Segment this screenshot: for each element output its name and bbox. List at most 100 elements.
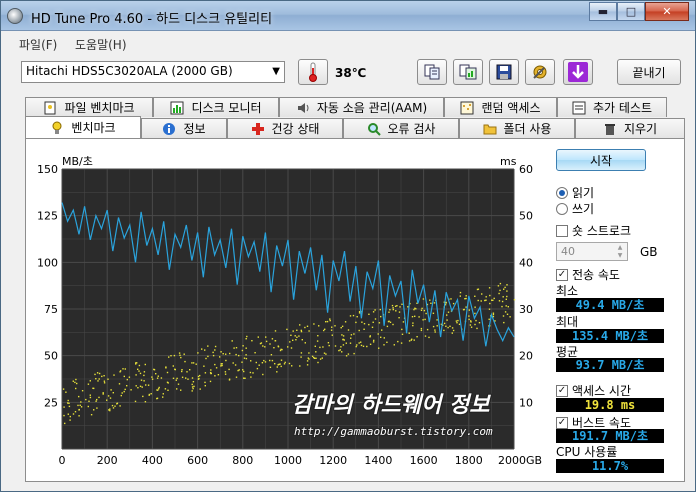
x-tick-label: 800 bbox=[232, 454, 253, 467]
access-time-point bbox=[349, 342, 352, 344]
access-time-point bbox=[89, 396, 92, 399]
access-time-point bbox=[262, 345, 264, 347]
short-stroke-checkbox[interactable] bbox=[556, 224, 568, 237]
transfer-rate-option[interactable]: ✓ 전송 속도 bbox=[556, 266, 620, 283]
options-icon bbox=[533, 65, 547, 79]
read-radio[interactable] bbox=[556, 186, 568, 199]
access-time-point bbox=[368, 313, 370, 315]
tab-disk-monitor[interactable]: 디스크 모니터 bbox=[153, 97, 279, 117]
access-time-point bbox=[257, 336, 259, 338]
access-time-point bbox=[449, 325, 451, 327]
access-time-point bbox=[446, 319, 448, 321]
access-time-point bbox=[481, 293, 483, 295]
tab-random-access[interactable]: 랜덤 액세스 bbox=[444, 97, 557, 117]
access-time-point bbox=[341, 351, 343, 353]
temperature-button[interactable] bbox=[298, 59, 328, 85]
title-bar[interactable]: HD Tune Pro 4.60 - 하드 디스크 유틸리티 ▬ □ ✕ bbox=[1, 1, 695, 31]
access-time-point bbox=[193, 385, 195, 388]
access-time-point bbox=[313, 323, 315, 325]
access-time-point bbox=[198, 377, 200, 380]
access-time-point bbox=[78, 408, 80, 411]
max-value: 135.4 MB/초 bbox=[556, 329, 664, 343]
access-time-point bbox=[234, 364, 237, 366]
access-time-point bbox=[107, 395, 110, 397]
access-time-point bbox=[271, 359, 274, 362]
access-time-point bbox=[498, 292, 500, 295]
access-time-point bbox=[475, 319, 477, 322]
options-button[interactable] bbox=[525, 59, 555, 85]
benchmark-chart: 0 200 400 600 800 1000 1200 1400 1600 1800 2000GB 1… bbox=[37, 155, 542, 467]
access-time-point bbox=[231, 340, 233, 342]
spinner-down-icon[interactable]: ▼ bbox=[614, 252, 626, 260]
access-time-point bbox=[254, 352, 256, 354]
menu-file[interactable]: 파일(F) bbox=[19, 36, 57, 53]
access-time-point bbox=[462, 309, 465, 311]
access-time-point bbox=[401, 328, 403, 331]
access-time-point bbox=[172, 365, 174, 367]
access-time-point bbox=[372, 321, 374, 323]
benchmark-panel: 0 200 400 600 800 1000 1200 1400 1600 1800 2000GB 1… bbox=[25, 138, 685, 482]
access-time-point bbox=[295, 339, 297, 341]
write-option[interactable]: 쓰기 bbox=[556, 200, 594, 217]
exit-button[interactable]: 끝내기 bbox=[617, 59, 681, 85]
chevron-down-icon: ▼ bbox=[272, 66, 280, 77]
access-time-point bbox=[165, 367, 167, 369]
access-time-point bbox=[296, 329, 298, 331]
access-time-point bbox=[319, 346, 321, 349]
transfer-rate-checkbox[interactable]: ✓ bbox=[556, 268, 568, 281]
close-button[interactable]: ✕ bbox=[645, 2, 689, 21]
tab-erase[interactable]: 지우기 bbox=[575, 118, 685, 138]
access-time-point bbox=[96, 398, 98, 401]
access-time-point bbox=[400, 342, 403, 344]
tab-aam[interactable]: 자동 소음 관리(AAM) bbox=[279, 97, 444, 117]
access-time-checkbox[interactable]: ✓ bbox=[556, 384, 568, 397]
tab-benchmark[interactable]: 벤치마크 bbox=[25, 116, 141, 138]
access-time-point bbox=[498, 300, 501, 302]
access-time-point bbox=[450, 298, 452, 300]
burst-rate-checkbox[interactable]: ✓ bbox=[556, 416, 568, 429]
access-time-point bbox=[355, 345, 357, 348]
access-time-option[interactable]: ✓ 액세스 시간 bbox=[556, 382, 631, 399]
access-time-point bbox=[432, 312, 435, 314]
maximize-button[interactable]: □ bbox=[617, 2, 645, 21]
copy-screen-button[interactable] bbox=[453, 59, 483, 85]
access-time-point bbox=[341, 325, 344, 327]
burst-rate-value: 191.7 MB/초 bbox=[556, 429, 664, 443]
short-stroke-option[interactable]: 숏 스트로크 bbox=[556, 222, 631, 239]
tab-error-scan[interactable]: 오류 검사 bbox=[343, 118, 459, 138]
access-time-point bbox=[386, 341, 388, 343]
drive-select[interactable]: Hitachi HDS5C3020ALA (2000 GB) ▼ bbox=[21, 61, 285, 83]
access-time-point bbox=[426, 328, 429, 331]
write-radio[interactable] bbox=[556, 202, 568, 215]
access-time-point bbox=[392, 308, 394, 311]
start-button[interactable]: 시작 bbox=[556, 149, 646, 171]
access-time-point bbox=[197, 352, 199, 354]
access-time-point bbox=[373, 339, 375, 342]
tab-folder-usage[interactable]: 폴더 사용 bbox=[459, 118, 575, 138]
download-button[interactable] bbox=[563, 59, 593, 85]
access-time-point bbox=[187, 378, 189, 380]
access-time-point bbox=[501, 300, 504, 303]
menu-help[interactable]: 도움말(H) bbox=[75, 36, 127, 53]
access-time-point bbox=[392, 307, 394, 309]
minimize-button[interactable]: ▬ bbox=[589, 2, 617, 21]
access-time-point bbox=[205, 357, 207, 360]
save-button[interactable] bbox=[489, 59, 519, 85]
tab-file-benchmark[interactable]: 파일 벤치마크 bbox=[25, 97, 153, 117]
copy-info-button[interactable] bbox=[417, 59, 447, 85]
access-time-point bbox=[157, 388, 160, 390]
spinner-up-icon[interactable]: ▲ bbox=[614, 244, 626, 252]
access-time-point bbox=[249, 371, 252, 374]
tab-info[interactable]: 정보 bbox=[141, 118, 227, 138]
access-time-point bbox=[280, 359, 283, 361]
read-option[interactable]: 읽기 bbox=[556, 184, 594, 201]
access-time-point bbox=[94, 373, 96, 376]
tab-health[interactable]: 건강 상태 bbox=[227, 118, 343, 138]
access-time-point bbox=[67, 413, 69, 415]
tab-extra-tests[interactable]: 추가 테스트 bbox=[557, 97, 667, 117]
access-time-point bbox=[183, 353, 185, 355]
short-stroke-spinner[interactable]: 40 ▲ ▼ bbox=[556, 242, 628, 261]
access-time-point bbox=[372, 311, 375, 313]
access-time-point bbox=[480, 300, 482, 302]
access-time-point bbox=[388, 311, 390, 313]
